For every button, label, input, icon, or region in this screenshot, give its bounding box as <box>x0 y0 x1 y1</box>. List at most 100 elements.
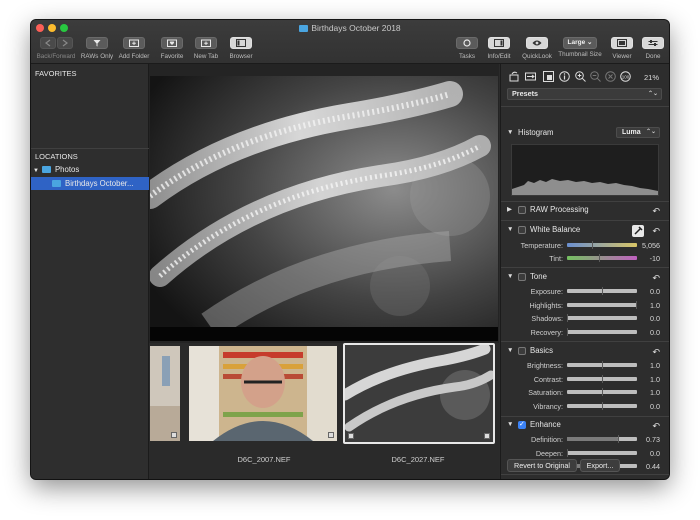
reset-arrow-icon[interactable]: ↶ <box>652 271 660 285</box>
enhance-slider-knob[interactable] <box>618 435 620 443</box>
tone-slider[interactable] <box>567 300 637 309</box>
tone-row-label: Exposure: <box>530 287 563 296</box>
back-button[interactable] <box>39 37 56 49</box>
disclosure-triangle-icon[interactable]: ▼ <box>507 418 513 432</box>
basics-slider[interactable] <box>567 374 637 383</box>
enhance-checkbox[interactable] <box>518 418 526 432</box>
zoom-out-icon[interactable] <box>590 71 601 82</box>
presets-select[interactable]: Presets ⌃⌄ <box>507 88 662 100</box>
basics-slider-knob[interactable] <box>602 374 603 383</box>
thumbnail-size-value: Large <box>567 39 586 46</box>
flip-icon[interactable] <box>525 71 536 82</box>
basics-slider-knob[interactable] <box>602 361 603 369</box>
disclosure-triangle-icon[interactable]: ▼ <box>507 126 513 140</box>
favorite-label: Favorite <box>160 53 184 60</box>
basics-row-label: Saturation: <box>528 388 563 397</box>
edited-badge-icon <box>348 433 354 439</box>
tone-slider-knob[interactable] <box>636 300 637 309</box>
browser-button[interactable]: Browser <box>227 37 255 60</box>
tone-slider[interactable] <box>567 314 637 322</box>
disclosure-triangle-icon[interactable]: ▼ <box>507 270 513 284</box>
histogram-mode-select[interactable]: Luma ⌃⌄ <box>616 127 660 138</box>
tone-slider-knob[interactable] <box>567 327 568 336</box>
tone-section-header[interactable]: ▼ Tone ↶ <box>501 270 669 284</box>
raws-only-label: RAWs Only <box>80 53 114 60</box>
zoom-100-icon[interactable]: 100 <box>620 71 631 82</box>
disclosure-triangle-icon[interactable]: ▼ <box>33 168 39 174</box>
done-button[interactable]: Done <box>641 37 665 60</box>
thumbnail-size-select[interactable]: Large ⌄ Thumbnail Size <box>557 37 603 58</box>
sidebar-item-birthdays-october[interactable]: Birthdays October... <box>31 177 149 190</box>
enhance-slider[interactable] <box>567 435 637 443</box>
zoom-fit-icon[interactable] <box>605 71 616 82</box>
rotate-icon[interactable] <box>509 71 520 82</box>
raws-only-button[interactable]: RAWs Only <box>80 37 114 60</box>
reset-arrow-icon[interactable]: ↶ <box>652 419 660 433</box>
enhance-row-value: 0.0 <box>650 448 660 458</box>
reset-arrow-icon[interactable]: ↶ <box>652 224 660 238</box>
quicklook-button[interactable]: QuickLook <box>519 37 555 60</box>
tint-value: -10 <box>649 254 660 263</box>
temperature-slider[interactable] <box>567 241 637 249</box>
section-divider <box>501 267 669 268</box>
basics-slider-knob[interactable] <box>602 388 603 396</box>
basics-slider-knob[interactable] <box>602 401 603 410</box>
export-button[interactable]: Export... <box>580 459 620 472</box>
section-divider <box>501 220 669 221</box>
done-label: Done <box>645 53 661 60</box>
enhance-slider[interactable] <box>567 448 637 457</box>
tasks-button[interactable]: Tasks <box>455 37 479 60</box>
select-arrows-icon: ⌃⌄ <box>647 91 658 97</box>
tone-checkbox[interactable] <box>518 273 526 281</box>
new-tab-button[interactable]: New Tab <box>191 37 221 60</box>
tint-slider[interactable] <box>567 254 637 262</box>
info-icon[interactable] <box>559 71 570 82</box>
temperature-value: 5,056 <box>642 241 660 250</box>
basics-checkbox[interactable] <box>518 347 526 355</box>
partial-photo <box>150 346 180 441</box>
thumbnail-d6c-2007[interactable] <box>189 346 337 441</box>
back-forward-control[interactable]: Back/Forward <box>36 37 76 60</box>
basics-slider[interactable] <box>567 361 637 369</box>
zoom-in-icon[interactable] <box>575 71 586 82</box>
white-balance-checkbox[interactable] <box>518 226 526 234</box>
basics-row-value: 1.0 <box>650 361 660 370</box>
thumbnail-d6c-2027-selected[interactable] <box>343 343 495 444</box>
raw-processing-section-header[interactable]: ▶ RAW Processing ↶ <box>501 203 669 217</box>
tone-row-value: 1.0 <box>650 300 660 310</box>
sidebar-item-photos[interactable]: ▼ Photos <box>31 163 149 176</box>
tint-slider-knob[interactable] <box>598 254 600 262</box>
basics-row-label: Vibrancy: <box>533 401 563 411</box>
enhance-section-header[interactable]: ▼ Enhance ↶ <box>501 418 669 432</box>
reset-arrow-icon[interactable]: ↶ <box>652 204 660 218</box>
tone-slider[interactable] <box>567 287 637 295</box>
reset-arrow-icon[interactable]: ↶ <box>652 345 660 359</box>
raw-processing-checkbox[interactable] <box>518 206 526 214</box>
temperature-slider-knob[interactable] <box>592 241 594 249</box>
enhance-row-label: Definition: <box>531 435 563 444</box>
disclosure-triangle-icon[interactable]: ▶ <box>507 203 512 217</box>
basics-section-header[interactable]: ▼ Basics ↶ <box>501 344 669 358</box>
favorite-button[interactable]: Favorite <box>157 37 187 60</box>
heart-folder-icon <box>167 39 177 47</box>
main-photo-preview[interactable] <box>150 76 498 327</box>
disclosure-triangle-icon[interactable]: ▼ <box>507 223 513 237</box>
tone-row-label: Recovery: <box>530 327 563 337</box>
tone-slider[interactable] <box>567 327 637 336</box>
basics-slider[interactable] <box>567 388 637 396</box>
thumbnail-partial[interactable] <box>150 346 180 441</box>
enhance-slider-knob[interactable] <box>567 448 568 457</box>
tone-slider-knob[interactable] <box>602 287 603 295</box>
disclosure-triangle-icon[interactable]: ▼ <box>507 344 513 358</box>
basics-slider[interactable] <box>567 401 637 410</box>
info-edit-button[interactable]: Info/Edit <box>485 37 513 60</box>
add-folder-button[interactable]: Add Folder <box>116 37 152 60</box>
viewer-button[interactable]: Viewer <box>609 37 635 60</box>
forward-button[interactable] <box>56 37 73 49</box>
revert-to-original-button[interactable]: Revert to Original <box>507 459 577 472</box>
tone-slider-knob[interactable] <box>567 314 568 322</box>
eyedropper-button[interactable] <box>632 225 644 237</box>
crop-icon[interactable] <box>543 71 554 82</box>
inspector-layout-icon <box>494 39 504 47</box>
quicklook-label: QuickLook <box>522 53 552 60</box>
